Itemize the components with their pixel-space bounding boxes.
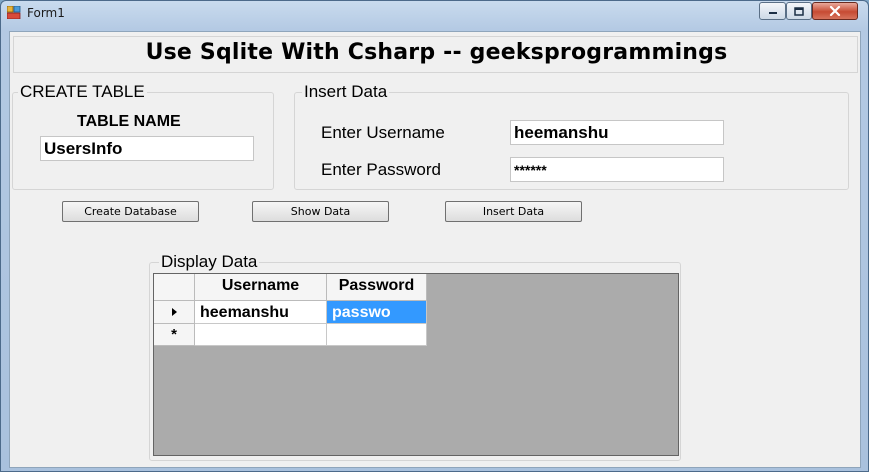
close-button[interactable] [812,2,858,20]
password-input[interactable]: ****** [510,157,724,182]
maximize-button[interactable] [786,2,812,20]
minimize-button[interactable] [759,2,786,20]
page-title: Use Sqlite With Csharp -- geeksprogrammi… [145,40,728,65]
app-icon [7,6,21,19]
column-header-username[interactable]: Username [195,274,327,301]
close-icon [829,6,841,16]
maximize-icon [794,6,804,16]
header-panel: Use Sqlite With Csharp -- geeksprogrammi… [13,36,858,73]
new-row-marker: * [171,326,177,343]
current-row-arrow-icon [172,308,177,316]
grid-cell-password[interactable]: passwo [327,301,427,324]
table-name-input[interactable]: UsersInfo [40,136,254,161]
display-data-group-title: Display Data [159,252,260,272]
insert-data-group-title: Insert Data [302,82,390,102]
create-database-button[interactable]: Create Database [62,201,199,222]
username-input[interactable]: heemanshu [510,120,724,145]
minimize-icon [768,12,777,14]
row-header-new[interactable]: * [154,324,195,346]
password-label: Enter Password [321,160,441,179]
grid-corner-header [154,274,195,301]
window-title: Form1 [27,6,65,20]
title-bar[interactable]: Form1 [1,1,868,25]
grid-cell-new-username[interactable] [195,324,327,346]
row-header-current[interactable] [154,301,195,324]
create-table-group-title: CREATE TABLE [18,82,147,102]
insert-data-button[interactable]: Insert Data [445,201,582,222]
data-grid[interactable]: Username Password heemanshu passwo * [153,273,679,456]
username-label: Enter Username [321,123,445,142]
table-name-label: TABLE NAME [77,113,181,130]
grid-cell-username[interactable]: heemanshu [195,301,327,324]
grid-cell-new-password[interactable] [327,324,427,346]
column-header-password[interactable]: Password [327,274,427,301]
show-data-button[interactable]: Show Data [252,201,389,222]
main-window: Form1 Use Sqlite With Csharp -- geekspro… [0,0,869,472]
